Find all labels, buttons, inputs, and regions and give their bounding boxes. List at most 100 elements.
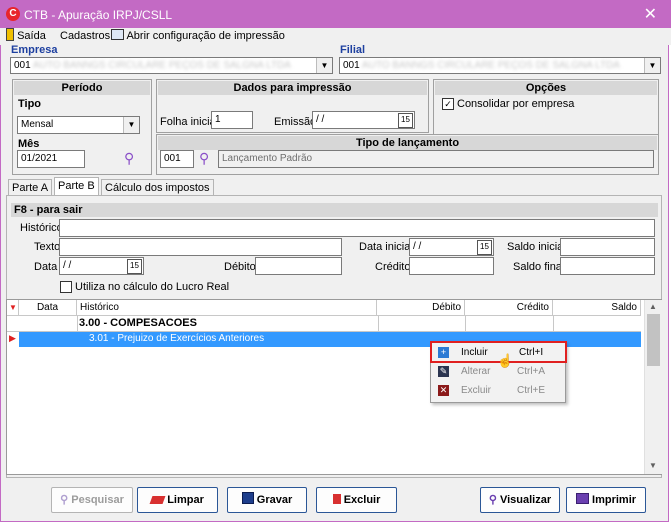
save-icon <box>241 492 254 504</box>
periodo-title: Período <box>14 81 150 95</box>
imprimir-button[interactable]: Imprimir <box>566 487 646 513</box>
col-header-credito[interactable]: Crédito <box>465 300 553 316</box>
entry-type-description: Lançamento Padrão <box>218 150 654 168</box>
tab-parte-a[interactable]: Parte A <box>8 179 53 196</box>
visualizar-label: Visualizar <box>499 494 552 506</box>
hint-bar: F8 - para sair <box>11 203 658 217</box>
saldo-inicial-input[interactable] <box>560 238 655 256</box>
texto-label: Texto <box>34 241 61 253</box>
emission-value: / / <box>316 114 325 125</box>
credito-label: Crédito <box>375 261 411 273</box>
historico-input[interactable] <box>59 219 655 237</box>
printer-icon <box>575 493 589 504</box>
hint-text: F8 - para sair <box>14 204 83 216</box>
month-input[interactable]: 01/2021 <box>17 150 85 168</box>
saldo-inicial-label: Saldo inicial <box>507 241 566 253</box>
col-header-debito[interactable]: Débito <box>377 300 465 316</box>
credito-input[interactable] <box>409 257 494 275</box>
data-label: Data <box>34 261 58 273</box>
type-select[interactable]: Mensal ▼ <box>17 116 140 134</box>
branch-select[interactable]: 001 AUTO BANNGS CIRCULARE PEÇOS DE SALGN… <box>339 57 661 74</box>
saldo-final-label: Saldo final <box>513 261 565 273</box>
emission-input[interactable]: / / 15 <box>312 111 415 129</box>
chevron-down-icon[interactable]: ▼ <box>316 58 332 73</box>
first-sheet-input[interactable]: 1 <box>211 111 253 129</box>
search-icon: ⚲ <box>60 494 69 506</box>
consolidate-checkbox[interactable]: ✓ <box>442 98 454 110</box>
company-select[interactable]: 001 AUTO BANNGS CIRCULARE PEÇOS DE SALGN… <box>10 57 333 74</box>
menu-exit[interactable]: Saída <box>6 28 46 45</box>
exit-icon <box>6 28 14 41</box>
visualizar-button[interactable]: ⚲ Visualizar <box>480 487 560 513</box>
gravar-button[interactable]: Gravar <box>227 487 307 513</box>
trash-icon <box>332 494 341 504</box>
excluir-button[interactable]: Excluir <box>316 487 397 513</box>
context-item-alterar-shortcut: Ctrl+A <box>517 366 546 377</box>
menu-register[interactable]: Cadastros <box>60 28 110 45</box>
context-item-excluir-shortcut: Ctrl+E <box>517 385 546 396</box>
branch-name-blurred: AUTO BANNGS CIRCULARE PEÇOS DE SALGNA LT… <box>361 60 620 71</box>
grid-indicator-header: ▼ <box>7 300 19 316</box>
debito-input[interactable] <box>255 257 342 275</box>
window-title: CTB - Apuração IRPJ/CSLL <box>24 8 173 22</box>
scrollbar-thumb[interactable] <box>647 314 660 366</box>
type-label: Tipo <box>18 98 42 110</box>
branch-label: Filial <box>340 44 366 56</box>
entry-type-title: Tipo de lançamento <box>158 136 657 150</box>
first-sheet-value: 1 <box>215 114 221 125</box>
branch-code: 001 <box>343 60 360 71</box>
gravar-label: Gravar <box>256 494 293 506</box>
emission-label: Emissão <box>274 116 317 128</box>
limpar-button[interactable]: Limpar <box>137 487 218 513</box>
debito-label: Débito <box>224 261 256 273</box>
options-title: Opções <box>435 81 657 95</box>
imprimir-label: Imprimir <box>592 494 637 506</box>
col-header-historico[interactable]: Histórico <box>77 300 377 316</box>
calendar-icon[interactable]: 15 <box>398 113 413 128</box>
data-value: / / <box>63 260 72 271</box>
data-input[interactable]: / / 15 <box>59 257 144 275</box>
context-item-excluir[interactable]: ✕ Excluir Ctrl+E <box>433 382 561 400</box>
table-row[interactable]: 3.00 - COMPESACOES <box>7 316 641 332</box>
context-item-alterar-label: Alterar <box>461 366 491 377</box>
saldo-final-input[interactable] <box>560 257 655 275</box>
lucro-real-checkbox[interactable] <box>60 281 72 293</box>
scroll-down-icon[interactable]: ▼ <box>649 461 657 470</box>
consolidate-label: Consolidar por empresa <box>457 98 575 110</box>
print-title: Dados para impressão <box>158 81 427 95</box>
chevron-down-icon[interactable]: ▼ <box>123 117 139 133</box>
context-item-excluir-label: Excluir <box>461 385 492 396</box>
grid-scrollbar[interactable]: ▲ ▼ <box>644 300 662 474</box>
tab-parte-b[interactable]: Parte B <box>54 177 99 196</box>
menu-print-config[interactable]: Abrir configuração de impressão <box>111 28 285 45</box>
entry-type-code-input[interactable]: 001 <box>160 150 194 168</box>
pesquisar-button[interactable]: ⚲ Pesquisar <box>51 487 133 513</box>
calendar-icon[interactable]: 15 <box>477 240 492 255</box>
edit-icon: ✎ <box>438 366 449 377</box>
search-icon: ⚲ <box>488 494 497 506</box>
search-icon[interactable]: ⚲ <box>124 150 134 167</box>
tab-calculo-impostos[interactable]: Cálculo dos impostos <box>101 179 214 196</box>
type-value: Mensal <box>21 119 54 130</box>
sort-indicator-icon: ▼ <box>9 303 17 312</box>
calendar-icon[interactable]: 15 <box>127 259 142 274</box>
col-header-saldo[interactable]: Saldo <box>553 300 641 316</box>
scroll-up-icon[interactable]: ▲ <box>649 302 657 311</box>
texto-input[interactable] <box>59 238 342 256</box>
menu-exit-label: Saída <box>17 30 46 42</box>
entry-type-description-text: Lançamento Padrão <box>222 153 313 164</box>
col-header-data[interactable]: Data <box>19 300 77 316</box>
month-label: Mês <box>18 138 40 150</box>
delete-icon: ✕ <box>438 385 449 396</box>
entry-type-code: 001 <box>164 153 181 164</box>
chevron-down-icon[interactable]: ▼ <box>644 58 660 73</box>
company-code: 001 <box>14 60 31 71</box>
excluir-label: Excluir <box>343 494 381 506</box>
first-sheet-label: Folha inicial <box>160 116 219 128</box>
app-icon: C <box>6 7 20 21</box>
close-icon[interactable]: ✕ <box>644 4 657 24</box>
data-inicial-input[interactable]: / / 15 <box>409 238 494 256</box>
search-icon[interactable]: ⚲ <box>199 150 209 167</box>
company-label: Empresa <box>11 44 58 56</box>
data-inicial-value: / / <box>413 241 422 252</box>
